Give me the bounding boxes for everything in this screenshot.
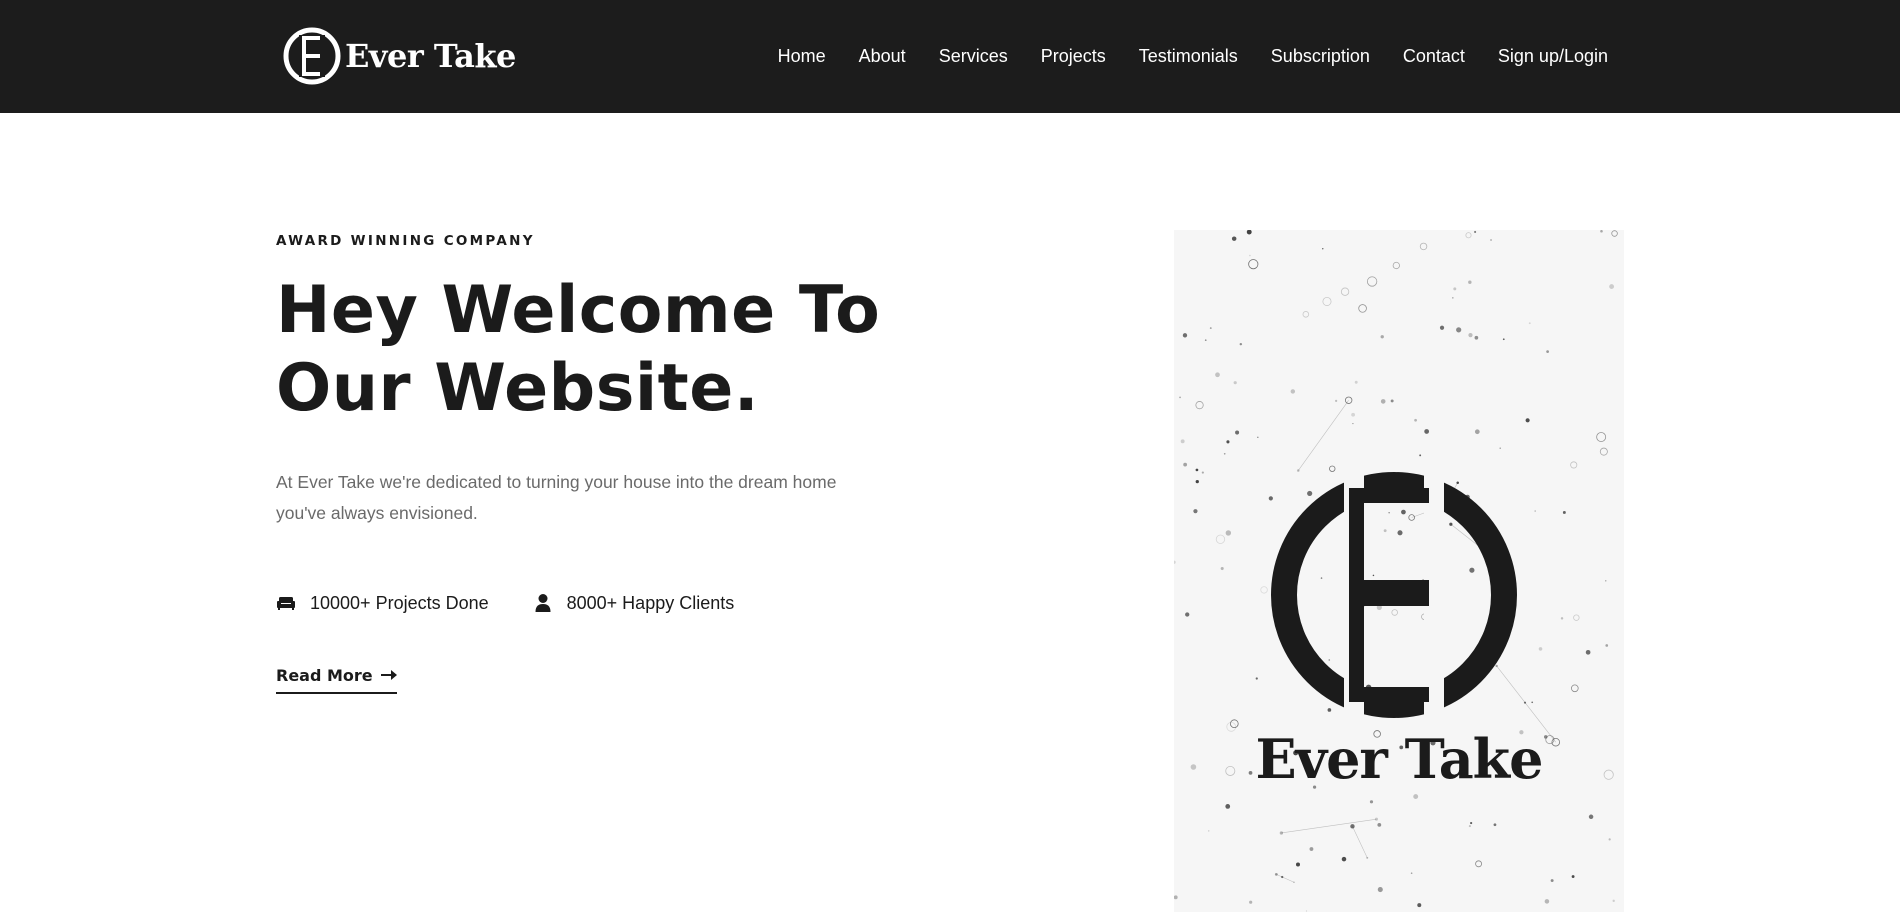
stat-clients-label: 8000+ Happy Clients [566,592,735,613]
hero-eyebrow: AWARD WINNING COMPANY [276,233,535,249]
nav-subscription[interactable]: Subscription [1271,46,1370,67]
main-nav: Home About Services Projects Testimonial… [778,0,1608,113]
nav-testimonials[interactable]: Testimonials [1139,46,1238,67]
ever-take-large-logo-icon [1271,472,1517,718]
read-more-label: Read More [276,665,373,685]
nav-home[interactable]: Home [778,46,826,67]
stat-happy-clients: 8000+ Happy Clients [533,592,735,614]
hero-image-logo-text: Ever Take [1255,727,1544,791]
brand-logo-link[interactable]: Ever Take [283,27,516,85]
hero-image-logo-text-wrap: Ever Take [1174,727,1624,791]
brand-name: Ever Take [345,37,516,75]
nav-about[interactable]: About [859,46,906,67]
hero-headline: Hey Welcome To Our Website. [276,272,896,428]
hero-headline-line-1: Hey Welcome To [276,273,881,348]
hero-description: At Ever Take we're dedicated to turning … [276,472,837,523]
stat-projects-label: 10000+ Projects Done [310,592,489,613]
read-more-link[interactable]: Read More [276,662,397,694]
arrow-right-icon [380,670,397,680]
hero-headline-line-2: Our Website. [276,351,760,426]
hero-stats: 10000+ Projects Done 8000+ Happy Clients [276,588,734,618]
nav-contact[interactable]: Contact [1403,46,1465,67]
sofa-icon [277,597,295,610]
site-header: Ever Take Home About Services Projects T… [0,0,1900,113]
stat-projects-done: 10000+ Projects Done [276,593,489,614]
user-icon [535,594,551,612]
nav-projects[interactable]: Projects [1041,46,1106,67]
nav-services[interactable]: Services [939,46,1008,67]
hero-image [1174,230,1624,912]
nav-signup-login[interactable]: Sign up/Login [1498,46,1608,67]
ever-take-logo-icon [283,27,341,85]
